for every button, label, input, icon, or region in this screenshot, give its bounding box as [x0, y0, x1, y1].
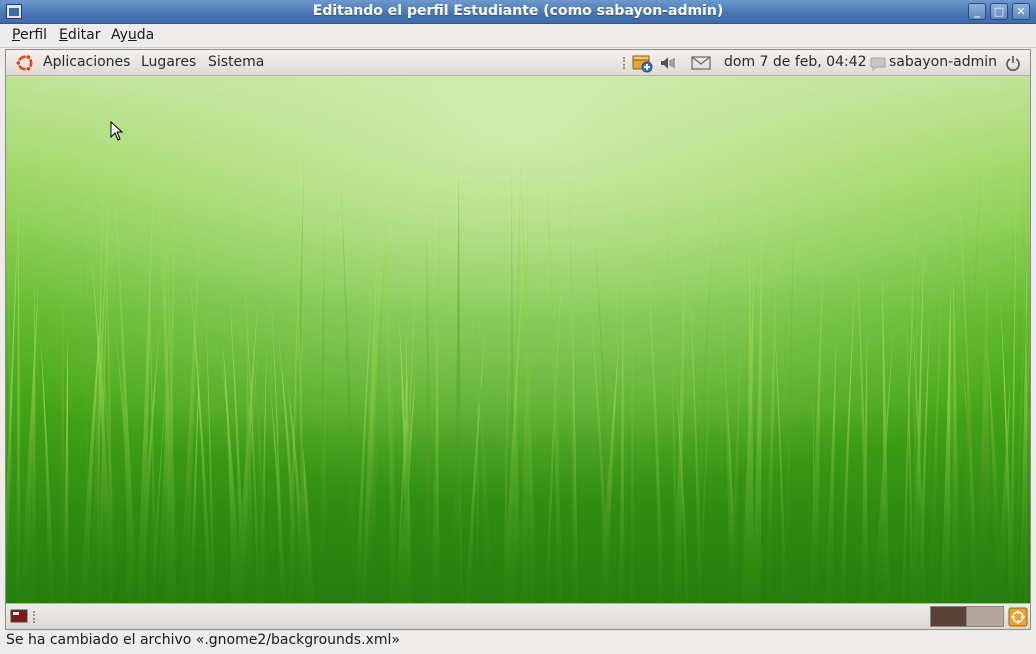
statusbar: Se ha cambiado el archivo «.gnome2/backg…	[0, 630, 1036, 654]
close-button[interactable]: ✕	[1012, 3, 1030, 20]
desktop-preview[interactable]: Aplicaciones Lugares Sistema dom 7 de fe…	[5, 49, 1031, 630]
menu-editar-label: ditar	[67, 27, 101, 43]
chat-status-icon[interactable]	[870, 57, 886, 71]
menu-ayuda-mnemonic: u	[127, 27, 137, 43]
mouse-cursor-icon	[110, 121, 124, 141]
show-desktop-icon[interactable]	[10, 608, 28, 624]
trash-icon[interactable]	[1007, 606, 1029, 628]
menu-perfil-label: erfil	[19, 27, 48, 43]
window-title: Editando el perfil Estudiante (como saba…	[312, 3, 724, 19]
panel-clock[interactable]: dom 7 de feb, 04:42	[724, 54, 867, 70]
maximize-button[interactable]: □	[990, 3, 1008, 20]
panel-user[interactable]: sabayon-admin	[889, 54, 997, 70]
desktop-wallpaper[interactable]	[6, 76, 1030, 603]
menu-editar[interactable]: Editar	[59, 27, 100, 43]
top-panel: Aplicaciones Lugares Sistema dom 7 de fe…	[6, 50, 1030, 76]
window-titlebar[interactable]: Editando el perfil Estudiante (como saba…	[0, 0, 1036, 24]
minimize-button[interactable]: _	[968, 3, 986, 20]
panel-handle[interactable]	[623, 57, 625, 69]
workspace-2[interactable]	[967, 607, 1003, 626]
menu-perfil-mnemonic: P	[12, 27, 20, 43]
panel-menu-sistema[interactable]: Sistema	[208, 54, 264, 70]
menu-ayuda[interactable]: Ayuda	[111, 27, 154, 43]
power-icon[interactable]	[1005, 55, 1021, 71]
grass-wallpaper-image	[6, 76, 1030, 603]
panel-menu-aplicaciones[interactable]: Aplicaciones	[43, 54, 130, 70]
bottom-panel	[6, 603, 1030, 629]
update-notifier-icon[interactable]	[631, 53, 653, 73]
volume-icon[interactable]	[659, 55, 677, 71]
menu-ayuda-label: da	[136, 27, 155, 43]
menu-perfil[interactable]: Perfil	[12, 27, 47, 43]
workspace-1[interactable]	[931, 607, 967, 626]
workspace-switcher[interactable]	[930, 606, 1004, 627]
menu-ayuda-prefix: Ay	[111, 27, 128, 43]
menu-editar-mnemonic: E	[59, 27, 68, 43]
menubar: Perfil Editar Ayuda	[0, 24, 1036, 48]
panel-handle-bottom[interactable]	[33, 611, 35, 623]
ubuntu-logo-icon[interactable]	[15, 53, 35, 73]
panel-menu-lugares[interactable]: Lugares	[141, 54, 196, 70]
mail-icon[interactable]	[691, 56, 711, 70]
status-message: Se ha cambiado el archivo «.gnome2/backg…	[6, 632, 400, 648]
